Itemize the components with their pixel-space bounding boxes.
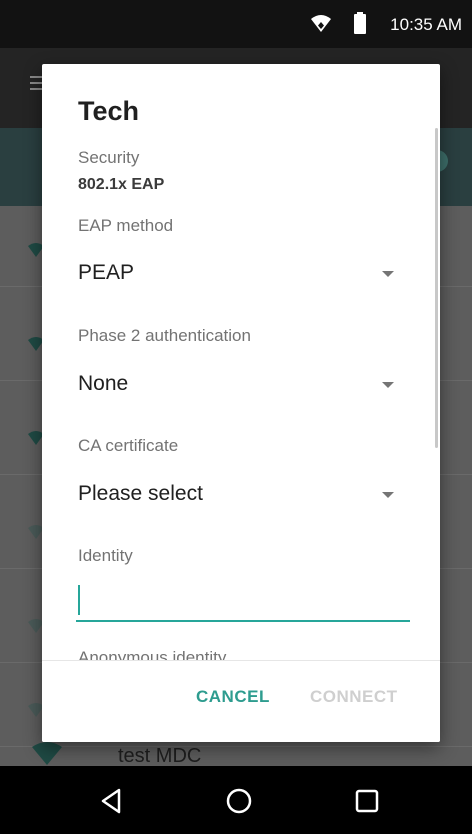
ca-certificate-spinner[interactable]: Please select bbox=[78, 474, 394, 514]
dialog-scroll-area[interactable]: Tech Security 802.1x EAP EAP method PEAP… bbox=[42, 64, 440, 660]
status-bar: 10:35 AM bbox=[0, 0, 472, 48]
dialog-scrollbar[interactable] bbox=[435, 128, 438, 448]
security-label: Security bbox=[78, 148, 140, 167]
wifi-connect-dialog: Tech Security 802.1x EAP EAP method PEAP… bbox=[42, 64, 440, 742]
dropdown-arrow-icon bbox=[382, 382, 394, 388]
ca-certificate-value: Please select bbox=[78, 482, 203, 505]
dropdown-arrow-icon bbox=[382, 271, 394, 277]
phase2-spinner[interactable]: None bbox=[78, 364, 394, 404]
identity-input[interactable] bbox=[76, 576, 410, 622]
back-icon[interactable] bbox=[95, 784, 129, 818]
eap-method-label: EAP method bbox=[78, 216, 174, 235]
connect-button[interactable]: CONNECT bbox=[310, 687, 398, 707]
navigation-bar bbox=[0, 766, 472, 834]
screen: 10:35 AM test MDC Tech Security 802.1x E… bbox=[0, 0, 472, 834]
security-value: 802.1x EAP bbox=[78, 176, 165, 193]
identity-label: Identity bbox=[78, 546, 133, 565]
phase2-value: None bbox=[78, 372, 129, 395]
cancel-button[interactable]: CANCEL bbox=[196, 687, 270, 707]
dropdown-arrow-icon bbox=[382, 492, 394, 498]
ca-certificate-label: CA certificate bbox=[78, 436, 179, 455]
text-cursor bbox=[78, 585, 80, 615]
dialog-actions: CANCEL CONNECT bbox=[42, 660, 440, 742]
background-network-name: test MDC bbox=[118, 745, 202, 767]
anonymous-identity-label: Anonymous identity bbox=[78, 648, 227, 660]
eap-method-value: PEAP bbox=[78, 261, 135, 284]
status-time: 10:35 AM bbox=[390, 15, 462, 34]
wifi-icon bbox=[310, 14, 332, 39]
home-icon[interactable] bbox=[222, 784, 256, 818]
battery-icon bbox=[354, 12, 366, 34]
eap-method-spinner[interactable]: PEAP bbox=[78, 253, 394, 293]
dialog-title: Tech bbox=[78, 96, 140, 126]
recents-icon[interactable] bbox=[350, 784, 384, 818]
phase2-label: Phase 2 authentication bbox=[78, 326, 251, 345]
